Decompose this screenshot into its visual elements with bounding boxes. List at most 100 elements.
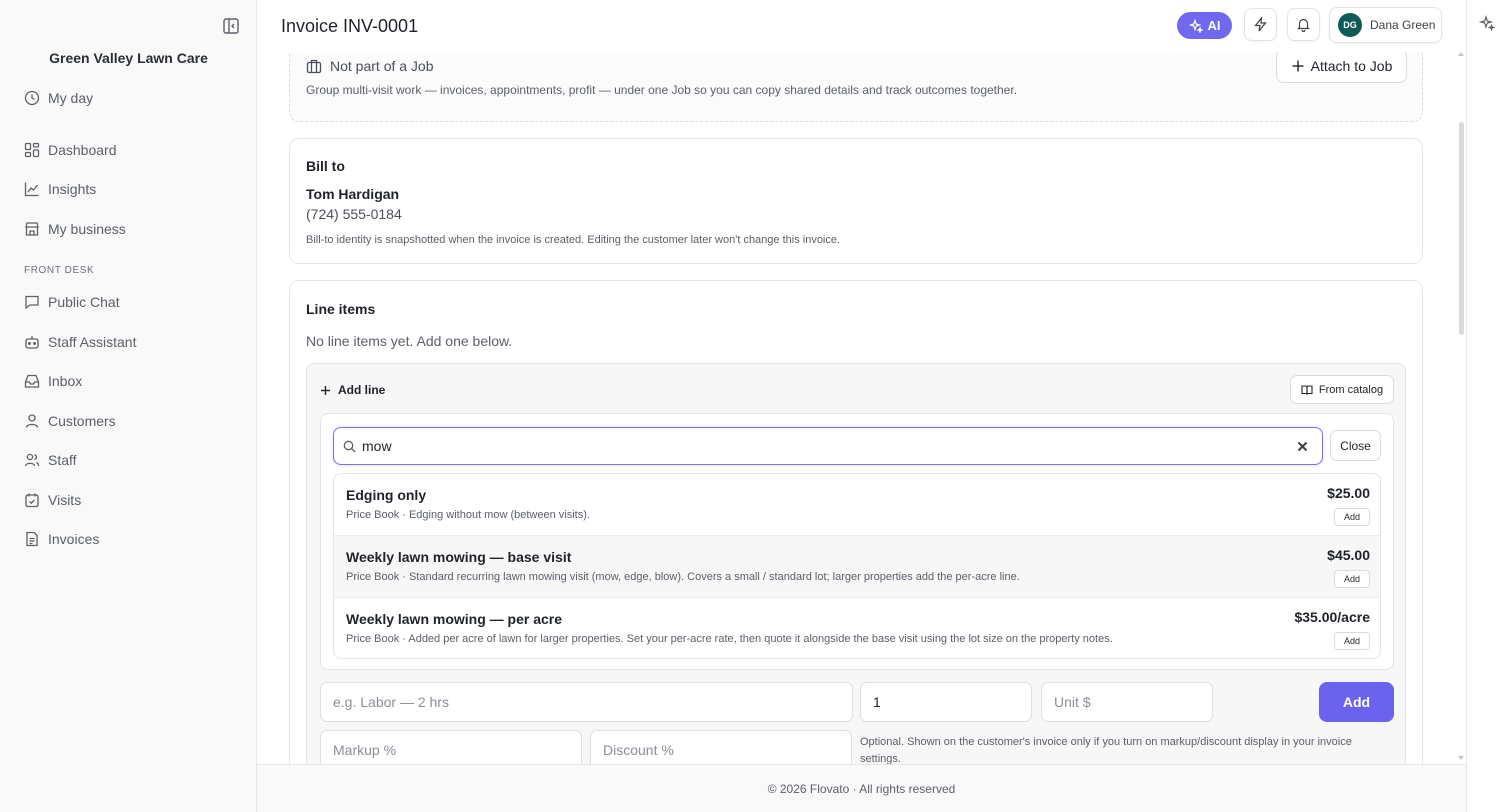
result-name: Weekly lawn mowing — per acre [346, 611, 563, 627]
right-rail [1466, 0, 1506, 812]
catalog-results: Edging only Price Book · Edging without … [333, 473, 1381, 659]
dashboard-icon [24, 142, 40, 158]
sidebar-item-insights[interactable]: Insights [24, 177, 96, 201]
result-description: Price Book · Edging without mow (between… [346, 509, 590, 521]
user-name: Dana Green [1370, 18, 1436, 32]
sidebar-item-label: Staff Assistant [48, 334, 137, 350]
result-add-button[interactable]: Add [1334, 570, 1370, 588]
sidebar-item-visits[interactable]: Visits [24, 488, 81, 512]
plus-icon [320, 385, 331, 396]
inbox-icon [24, 373, 40, 389]
clear-search-icon[interactable] [1296, 440, 1309, 453]
sidebar-item-invoices[interactable]: Invoices [24, 527, 99, 551]
file-text-icon [24, 531, 40, 547]
sidebar-item-label: Visits [48, 492, 82, 508]
calendar-check-icon [24, 492, 40, 508]
catalog-result-item[interactable]: Edging only Price Book · Edging without … [334, 474, 1380, 536]
ai-button[interactable]: AI [1177, 12, 1232, 39]
result-add-button[interactable]: Add [1334, 632, 1370, 650]
sidebar-item-staff[interactable]: Staff [24, 448, 77, 472]
bill-to-heading: Bill to [306, 158, 345, 174]
close-search-button[interactable]: Close [1330, 430, 1381, 461]
avatar: DG [1338, 13, 1362, 37]
markup-discount-note: Optional. Shown on the customer's invoic… [860, 736, 1352, 764]
sidebar-item-my-day[interactable]: My day [24, 86, 93, 110]
page-title: Invoice INV-0001 [281, 16, 419, 36]
sidebar-item-inbox[interactable]: Inbox [24, 369, 82, 393]
line-items-empty-text: No line items yet. Add one below. [306, 333, 513, 349]
sparkles-icon[interactable] [1479, 15, 1495, 31]
quick-actions-button[interactable] [1244, 8, 1277, 41]
add-line-panel: Add line From catalog Close Edging only … [306, 363, 1406, 764]
search-icon [343, 440, 356, 453]
lightning-icon [1253, 17, 1268, 32]
user-icon [24, 413, 40, 429]
sidebar-item-public-chat[interactable]: Public Chat [24, 290, 120, 314]
sidebar-item-label: Invoices [48, 531, 100, 547]
scrollbar-thumb[interactable] [1459, 122, 1464, 335]
markup-input[interactable] [320, 730, 582, 764]
attach-to-job-button[interactable]: Attach to Job [1276, 52, 1407, 83]
from-catalog-button[interactable]: From catalog [1290, 375, 1394, 404]
result-price: $25.00 [1327, 485, 1370, 501]
scroll-down-icon[interactable] [1458, 756, 1464, 760]
catalog-search-box [333, 427, 1323, 465]
discount-input[interactable] [590, 730, 852, 764]
catalog-result-item[interactable]: Weekly lawn mowing — per acre Price Book… [334, 598, 1380, 658]
attach-to-job-label: Attach to Job [1310, 58, 1393, 74]
line-description-input[interactable] [320, 682, 853, 722]
sparkles-icon [1188, 18, 1203, 33]
job-card: Not part of a Job Group multi-visit work… [289, 52, 1423, 122]
plus-icon [1291, 59, 1305, 73]
bill-to-note: Bill-to identity is snapshotted when the… [306, 234, 841, 246]
bill-to-card: Bill to Tom Hardigan (724) 555-0184 Bill… [289, 138, 1423, 264]
footer-text: © 2026 Flovato · All rights reserved [767, 781, 956, 796]
catalog-result-item[interactable]: Weekly lawn mowing — base visit Price Bo… [334, 536, 1380, 598]
top-header: Invoice INV-0001 AI DG Dana Green [257, 0, 1466, 52]
sidebar-item-label: My business [48, 221, 126, 237]
org-name: Green Valley Lawn Care [49, 50, 208, 66]
add-line-label: Add line [338, 383, 386, 397]
sidebar-item-label: Customers [48, 413, 116, 429]
result-price: $45.00 [1327, 547, 1370, 563]
customer-name: Tom Hardigan [306, 186, 400, 202]
line-items-card: Line items No line items yet. Add one be… [289, 280, 1423, 764]
quantity-input[interactable] [860, 682, 1032, 722]
add-line-button[interactable]: Add [1319, 682, 1394, 722]
sidebar-item-my-business[interactable]: My business [24, 217, 126, 241]
add-line-toggle[interactable]: Add line [320, 383, 385, 397]
sidebar-item-staff-assistant[interactable]: Staff Assistant [24, 330, 136, 354]
sidebar-item-label: Staff [48, 452, 77, 468]
scroll-up-icon[interactable] [1458, 52, 1464, 56]
sidebar-item-label: Public Chat [48, 294, 120, 310]
result-name: Weekly lawn mowing — base visit [346, 549, 572, 565]
bell-icon [1296, 17, 1311, 32]
sidebar-item-label: My day [48, 90, 94, 106]
sidebar-item-label: Dashboard [48, 142, 117, 158]
sidebar-item-customers[interactable]: Customers [24, 409, 116, 433]
main-content: Not part of a Job Group multi-visit work… [257, 52, 1456, 764]
message-icon [24, 294, 40, 310]
notifications-button[interactable] [1287, 8, 1320, 41]
sidebar-collapse-icon[interactable] [222, 17, 240, 35]
catalog-search-panel: Close Edging only Price Book · Edging wi… [320, 413, 1394, 670]
content-scrollbar[interactable] [1456, 52, 1466, 764]
briefcase-icon [306, 58, 322, 74]
result-price: $35.00/acre [1294, 609, 1370, 625]
result-name: Edging only [346, 487, 427, 503]
clock-icon [24, 90, 40, 106]
nav-section-front-desk: FRONT DESK [24, 265, 95, 276]
job-title: Not part of a Job [330, 58, 434, 74]
sidebar-item-dashboard[interactable]: Dashboard [24, 138, 117, 162]
users-icon [24, 452, 40, 468]
sidebar-item-label: Insights [48, 181, 97, 197]
unit-price-input[interactable] [1041, 682, 1213, 722]
footer: © 2026 Flovato · All rights reserved [257, 764, 1466, 812]
sidebar: Green Valley Lawn Care My day Dashboard … [0, 0, 257, 812]
result-add-button[interactable]: Add [1334, 508, 1370, 526]
user-menu-button[interactable]: DG Dana Green [1329, 7, 1442, 43]
catalog-search-input[interactable] [362, 430, 1282, 462]
result-description: Price Book · Standard recurring lawn mow… [346, 571, 1020, 583]
book-open-icon [1301, 384, 1313, 396]
store-icon [24, 221, 40, 237]
